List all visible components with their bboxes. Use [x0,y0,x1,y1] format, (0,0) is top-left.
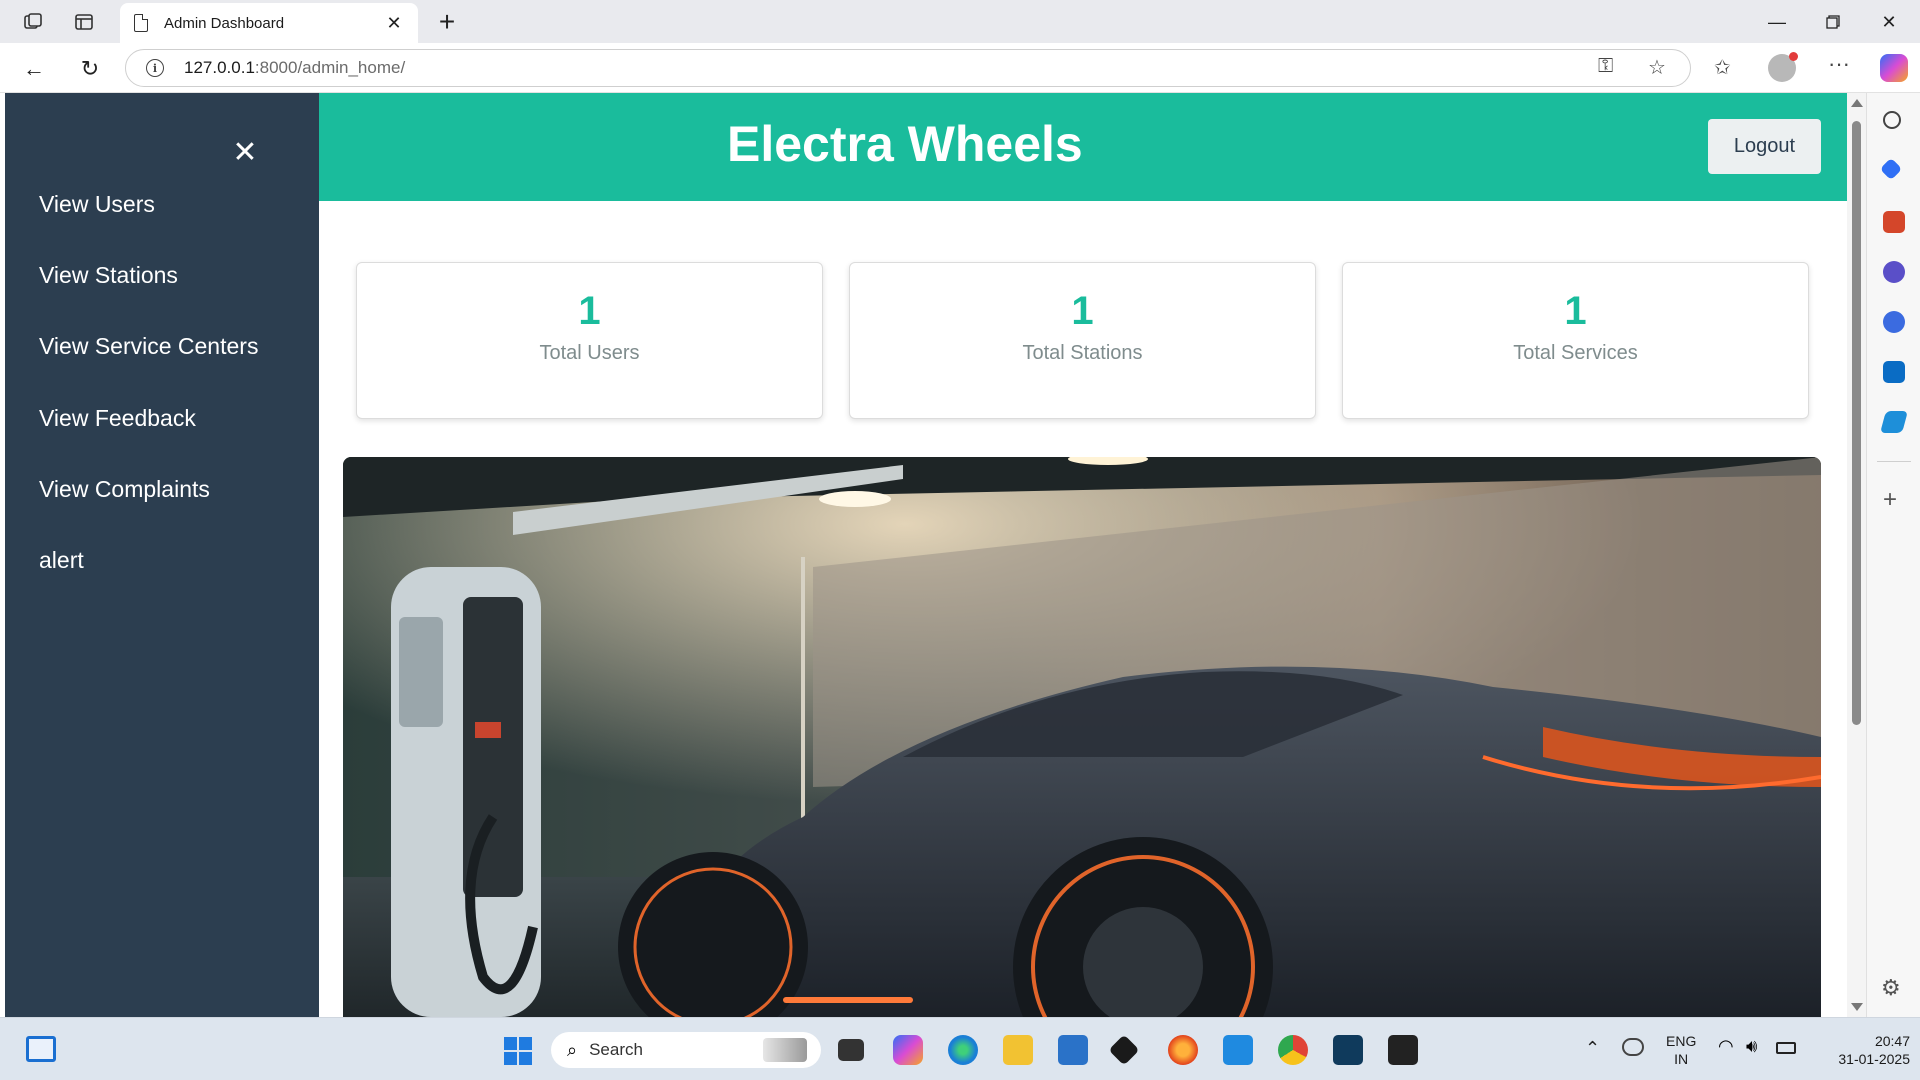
password-key-icon[interactable]: ⚿ [1598,55,1613,78]
games-icon[interactable] [1883,261,1905,283]
onedrive-cloud-icon[interactable] [1622,1038,1644,1056]
clock-time: 20:47 [1874,1033,1910,1049]
nav-view-service-centers[interactable]: View Service Centers [39,333,258,360]
search-highlight-icon [763,1038,807,1062]
address-bar[interactable]: i 127.0.0.1:8000/admin_home/ [125,49,1691,87]
refresh-icon[interactable]: ↻ [74,53,106,85]
scroll-down-arrow-icon[interactable] [1851,1003,1863,1011]
scroll-up-arrow-icon[interactable] [1851,99,1863,107]
outlook-icon[interactable] [1883,361,1905,383]
search-icon: ⌕ [567,1039,578,1060]
new-tab-button[interactable]: + [432,6,462,38]
battery-icon[interactable] [1776,1042,1796,1054]
page-scrollbar[interactable] [1847,93,1866,1017]
chrome-icon[interactable] [1278,1035,1308,1065]
restore-button[interactable] [1808,6,1858,38]
workspaces-icon[interactable] [19,8,47,36]
nav-view-feedback[interactable]: View Feedback [39,405,196,432]
clock[interactable]: 20:47 31-01-2025 [1810,1032,1910,1068]
url-text: 127.0.0.1:8000/admin_home/ [184,58,405,78]
nav-alert[interactable]: alert [39,547,84,574]
close-window-button[interactable]: ✕ [1864,6,1914,38]
stat-value: 1 [578,289,601,333]
tab-title: Admin Dashboard [164,14,285,32]
admin-sidebar: ✕ View Users View Stations View Service … [5,93,319,1017]
logout-button[interactable]: Logout [1708,119,1821,174]
nav-view-users[interactable]: View Users [39,191,155,218]
copilot-taskbar-icon[interactable] [893,1035,923,1065]
start-windows-icon[interactable] [503,1036,533,1066]
mail-icon[interactable] [1058,1035,1088,1065]
minimize-button[interactable]: — [1752,6,1802,38]
more-options-icon[interactable]: ··· [1828,51,1850,77]
volume-icon[interactable]: 🔊︎ [1746,1036,1757,1057]
nav-view-stations[interactable]: View Stations [39,262,178,289]
show-hidden-icons-chevron-icon[interactable]: ⌃ [1585,1038,1600,1059]
address-toolbar: ← ↻ i 127.0.0.1:8000/admin_home/ ⚿ ☆ ✩ ·… [0,43,1920,93]
url-path: :8000/admin_home/ [254,58,406,77]
page-viewport: ✕ View Users View Stations View Service … [0,93,1847,1017]
stat-label: Total Users [539,342,640,364]
side-panel-divider [1877,461,1911,462]
vertical-tabs-icon[interactable] [70,8,98,36]
settings-gear-icon[interactable]: ⚙ [1881,975,1901,1001]
back-arrow-icon[interactable]: ← [18,53,50,85]
terminal-icon[interactable] [1388,1035,1418,1065]
copilot-icon[interactable] [1880,54,1908,82]
stat-card-users: 1 Total Users [356,262,823,419]
stat-value: 1 [1071,289,1094,333]
search-icon[interactable] [1883,111,1901,129]
file-explorer-icon[interactable] [1003,1035,1033,1065]
browser-tab-active[interactable]: Admin Dashboard ✕ [120,3,418,43]
stat-label: Total Services [1513,342,1638,364]
site-header: Electra Wheels Logout [319,93,1847,201]
close-sidebar-icon[interactable]: ✕ [227,135,263,170]
hero-image [343,457,1821,1017]
dropbox-icon[interactable] [1108,1034,1140,1066]
edge-browser-icon[interactable] [948,1035,978,1065]
site-info-icon[interactable]: i [146,59,164,77]
windows-taskbar: ⌕ Search ⌃ ENG IN ◠ 🔊︎ 20:47 31-01-2025 [0,1017,1920,1080]
shopping-tag-icon[interactable] [1879,157,1903,181]
add-panel-icon[interactable]: + [1883,486,1897,514]
stat-card-stations: 1 Total Stations [849,262,1316,419]
send-icon[interactable] [1880,411,1908,433]
profile-avatar[interactable] [1768,52,1798,82]
taskbar-search[interactable]: ⌕ Search [551,1032,821,1068]
language-indicator[interactable]: ENG IN [1666,1032,1696,1068]
stat-card-services: 1 Total Services [1342,262,1809,419]
nav-view-complaints[interactable]: View Complaints [39,476,210,503]
tools-icon[interactable] [1883,211,1905,233]
microsoft365-icon[interactable] [1883,311,1905,333]
tab-close-icon[interactable]: ✕ [384,13,404,34]
firefox-icon[interactable] [1168,1035,1198,1065]
widgets-icon[interactable] [26,1036,56,1062]
vscode-icon[interactable] [1223,1035,1253,1065]
browser-side-panel: + ⚙ [1866,93,1920,1017]
taskbar-search-label: Search [589,1040,643,1059]
language-code: ENG [1666,1033,1697,1049]
browser-tab-strip: Admin Dashboard ✕ + — ✕ [0,0,1920,43]
stat-label: Total Stations [1022,342,1143,364]
favorite-star-icon[interactable]: ☆ [1648,55,1666,80]
site-brand: Electra Wheels [727,116,1083,172]
url-host: 127.0.0.1 [184,58,255,77]
scroll-thumb[interactable] [1852,121,1861,725]
app-shield-icon[interactable] [1333,1035,1363,1065]
task-view-icon[interactable] [838,1039,864,1061]
stat-value: 1 [1564,289,1587,333]
region-code: IN [1674,1051,1689,1067]
page-icon [134,14,148,32]
wifi-icon[interactable]: ◠ [1718,1036,1734,1057]
favorites-list-icon[interactable]: ✩ [1714,55,1731,80]
clock-date: 31-01-2025 [1838,1051,1910,1067]
